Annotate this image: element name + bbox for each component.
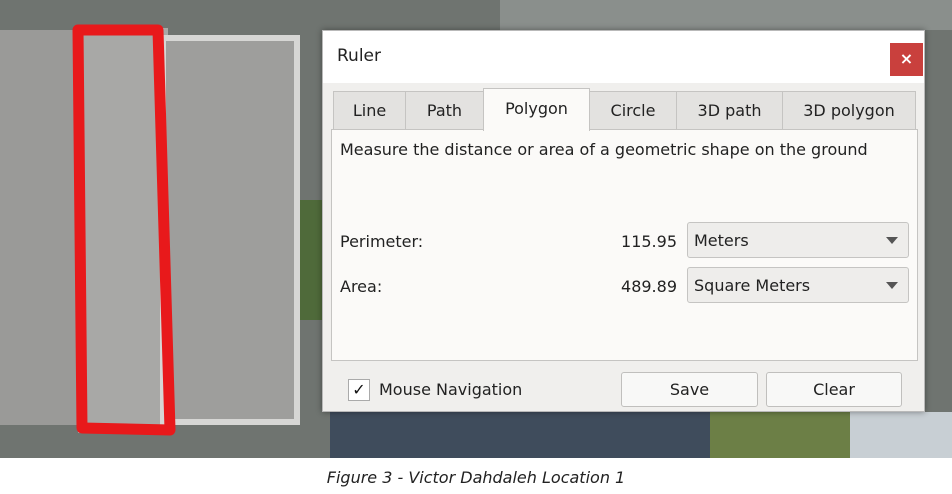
polygon-outline bbox=[72, 24, 176, 436]
save-button[interactable]: Save bbox=[621, 372, 758, 407]
dialog-title: Ruler bbox=[337, 46, 381, 66]
clear-button[interactable]: Clear bbox=[766, 372, 902, 407]
figure-caption: Figure 3 - Victor Dahdaleh Location 1 bbox=[326, 468, 626, 487]
mouse-navigation-checkbox[interactable]: ✓ bbox=[348, 379, 370, 401]
check-icon: ✓ bbox=[352, 380, 366, 399]
mouse-navigation-label[interactable]: Mouse Navigation bbox=[379, 380, 522, 399]
tab-3d-path[interactable]: 3D path bbox=[676, 91, 783, 130]
chevron-down-icon bbox=[886, 282, 898, 289]
perimeter-value: 115.95 bbox=[621, 232, 677, 251]
description: Measure the distance or area of a geomet… bbox=[340, 140, 868, 159]
close-button[interactable]: × bbox=[890, 43, 923, 76]
area-unit: Square Meters bbox=[694, 276, 811, 295]
perimeter-unit: Meters bbox=[694, 231, 749, 250]
perimeter-unit-select[interactable]: Meters bbox=[687, 222, 909, 258]
perimeter-label: Perimeter: bbox=[340, 232, 424, 251]
title-bar[interactable]: Ruler × bbox=[323, 31, 924, 83]
chevron-down-icon bbox=[886, 237, 898, 244]
tab-line[interactable]: Line bbox=[333, 91, 406, 130]
area-label: Area: bbox=[340, 277, 383, 296]
area-unit-select[interactable]: Square Meters bbox=[687, 267, 909, 303]
tab-path[interactable]: Path bbox=[405, 91, 484, 130]
area-value: 489.89 bbox=[621, 277, 677, 296]
ruler-dialog: Ruler × Line Path Polygon Circle 3D path… bbox=[322, 30, 925, 412]
tab-polygon[interactable]: Polygon bbox=[483, 88, 590, 131]
close-icon: × bbox=[899, 49, 914, 68]
tab-circle[interactable]: Circle bbox=[589, 91, 677, 130]
polygon-panel: Measure the distance or area of a geomet… bbox=[331, 129, 918, 361]
tab-3d-polygon[interactable]: 3D polygon bbox=[782, 91, 916, 130]
